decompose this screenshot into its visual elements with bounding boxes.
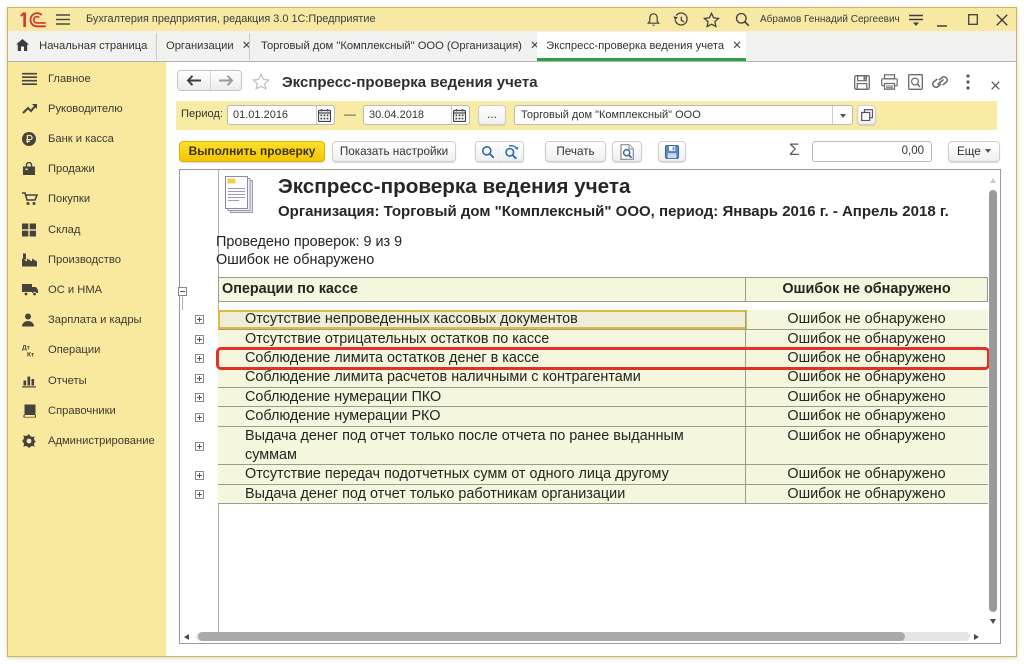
svg-text:Дт: Дт	[22, 345, 30, 352]
svg-text:Кт: Кт	[27, 352, 34, 358]
